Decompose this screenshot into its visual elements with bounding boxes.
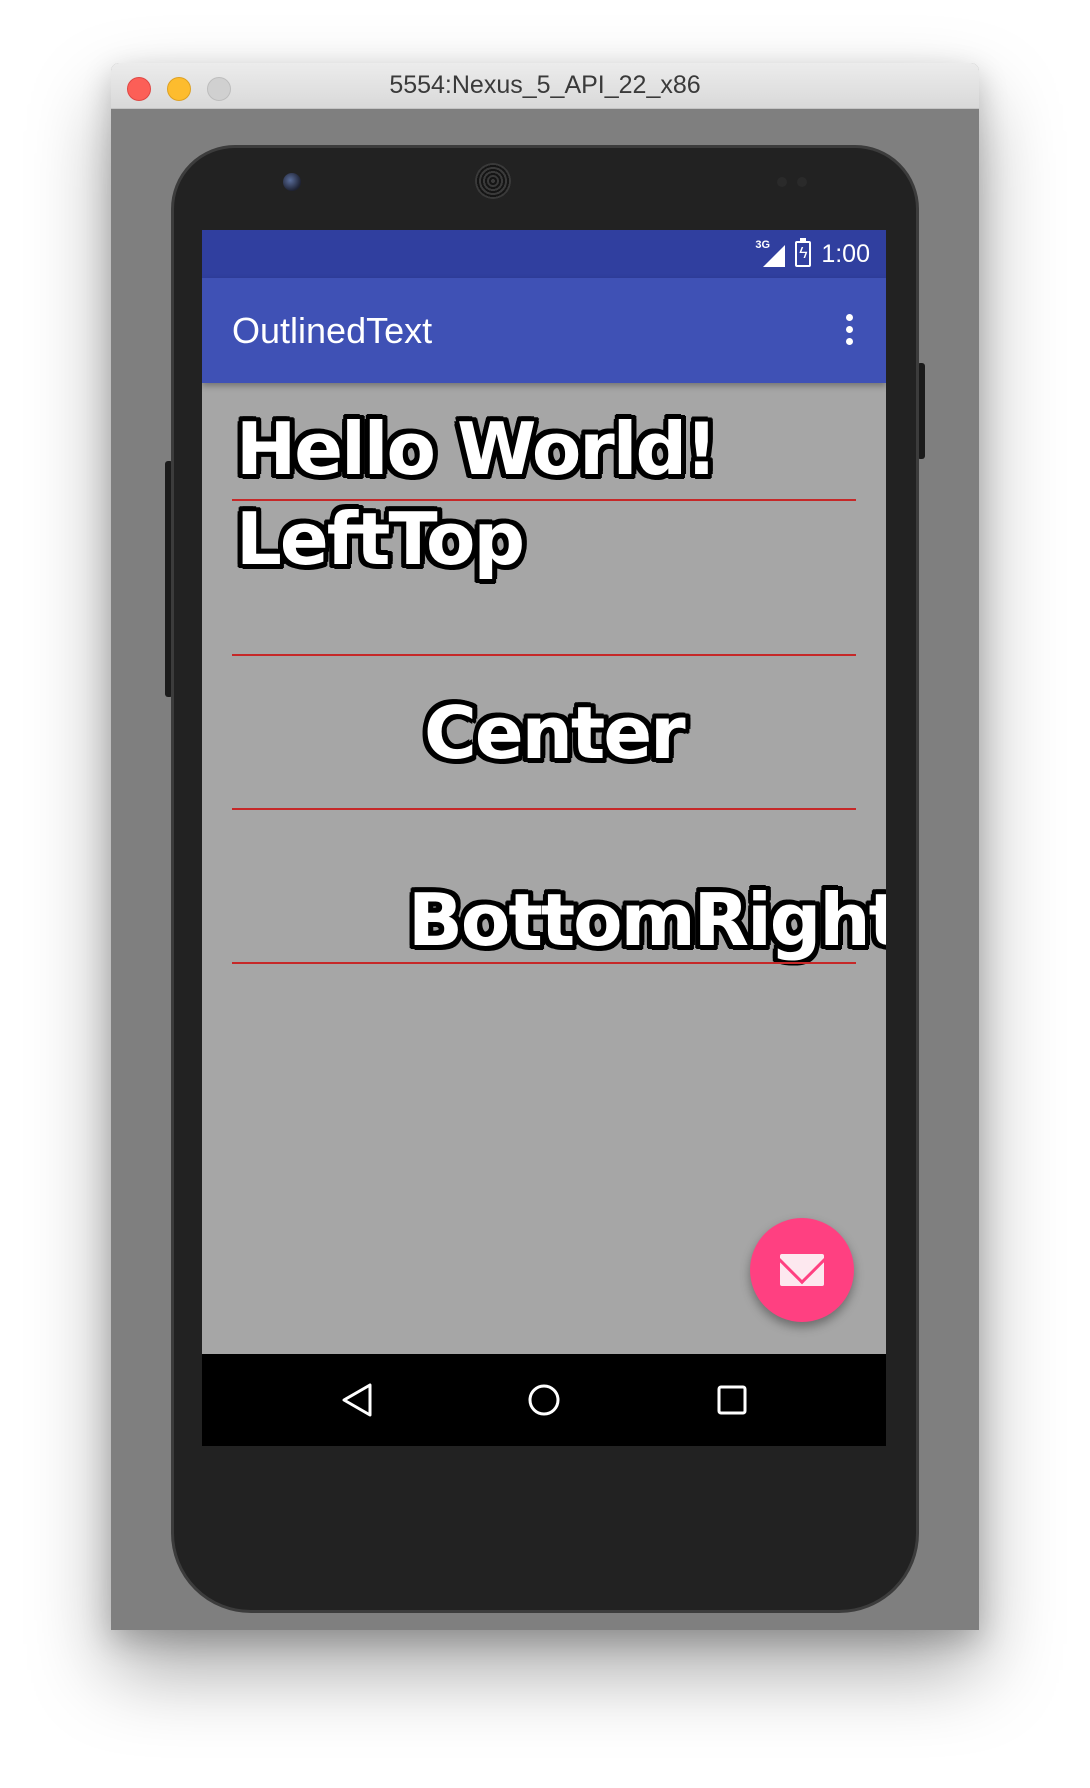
battery-charging-icon: ϟ xyxy=(795,238,812,267)
earpiece-speaker xyxy=(475,163,511,199)
guide-line xyxy=(232,654,856,656)
window-title: 5554:Nexus_5_API_22_x86 xyxy=(389,71,701,99)
envelope-icon xyxy=(780,1254,824,1286)
front-camera xyxy=(283,173,301,191)
app-toolbar: OutlinedText xyxy=(202,278,886,383)
guide-line xyxy=(232,962,856,964)
lefttop-text: LeftTop xyxy=(236,497,525,581)
hello-world-text: Hello World! xyxy=(236,407,718,491)
app-title: OutlinedText xyxy=(232,310,433,351)
navigation-bar xyxy=(202,1354,886,1446)
center-text: Center xyxy=(424,691,686,775)
phone-screen: 3G ϟ 1:00 OutlinedText Hello World! Left… xyxy=(202,230,886,1446)
bottomright-text: BottomRight xyxy=(408,878,886,962)
back-triangle-icon xyxy=(342,1383,372,1417)
guide-line xyxy=(232,808,856,810)
signal-icon: 3G xyxy=(755,239,786,269)
proximity-sensor xyxy=(777,177,787,187)
recents-button[interactable] xyxy=(716,1384,748,1416)
window-titlebar[interactable]: 5554:Nexus_5_API_22_x86 xyxy=(111,63,979,109)
light-sensor xyxy=(797,177,807,187)
recents-square-icon xyxy=(717,1385,747,1415)
status-bar: 3G ϟ 1:00 xyxy=(202,230,886,278)
home-button[interactable] xyxy=(527,1383,561,1417)
status-clock: 1:00 xyxy=(821,239,870,268)
compose-email-button[interactable] xyxy=(750,1218,854,1322)
overflow-menu-icon[interactable] xyxy=(844,314,854,348)
home-circle-icon xyxy=(528,1384,560,1416)
